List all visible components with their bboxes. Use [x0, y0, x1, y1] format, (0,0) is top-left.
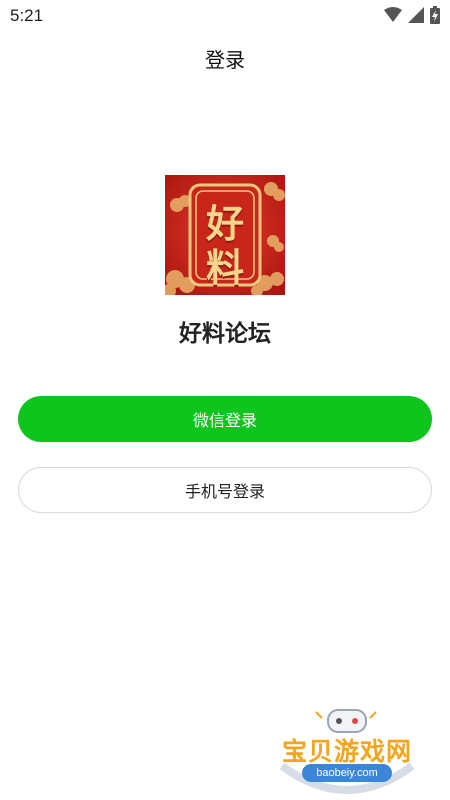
battery-charging-icon	[430, 6, 440, 24]
logo-char-bottom: 料	[205, 245, 244, 290]
wechat-login-button[interactable]: 微信登录	[18, 396, 432, 442]
watermark-name: 宝贝游戏网	[281, 737, 412, 766]
status-time: 5:21	[10, 6, 44, 25]
watermark-url: baobeiy.com	[302, 764, 392, 782]
status-bar: 5:21	[0, 0, 450, 32]
watermark: 宝贝游戏网 baobeiy.com	[272, 704, 422, 796]
app-logo: 好 料	[165, 175, 285, 295]
status-icons	[384, 6, 440, 24]
wifi-icon	[384, 7, 402, 22]
phone-login-button[interactable]: 手机号登录	[18, 467, 432, 513]
app-name: 好料论坛	[179, 321, 271, 347]
wechat-login-label: 微信登录	[192, 411, 257, 430]
signal-icon	[408, 7, 424, 23]
page-title: 登录	[205, 48, 245, 72]
phone-login-label: 手机号登录	[184, 482, 265, 501]
login-screen: 5:21 登录 好 料 好料论坛 微信登录 手机号登录 宝贝游戏网 baobei…	[0, 0, 450, 800]
